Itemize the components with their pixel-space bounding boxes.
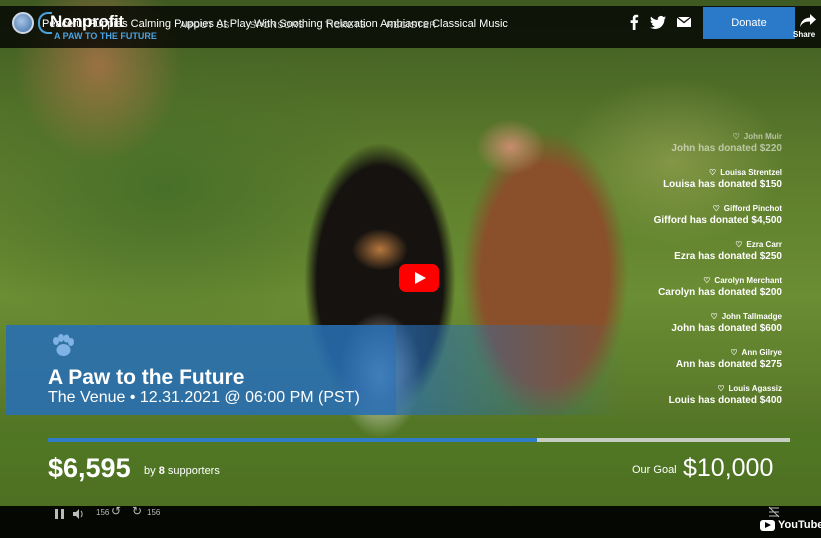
paw-icon [53, 334, 74, 356]
share-icon[interactable] [795, 12, 821, 28]
heart-icon: ♡ [730, 348, 738, 357]
pause-icon[interactable] [54, 508, 66, 520]
nav-item-sponsors[interactable]: SPONSORS [250, 20, 305, 30]
nav-item-tickets[interactable]: TICKETS [325, 20, 367, 30]
forward-icon[interactable]: ↻ [132, 504, 142, 518]
heart-icon: ♡ [703, 276, 711, 285]
donor-message: Carolyn has donated $200 [658, 287, 782, 298]
donor-item: ♡ Louisa Strentzel Louisa has donated $15… [620, 168, 782, 204]
donor-item: ♡ Ezra Carr Ezra has donated $250 [620, 240, 782, 276]
donor-name: Louis Agassiz [728, 384, 783, 393]
donor-message: John has donated $220 [671, 143, 782, 154]
share-label[interactable]: Share [793, 30, 815, 39]
donor-name: John Muir [743, 132, 782, 141]
site-nav: ABOUT US SPONSORS TICKETS REGISTER [180, 20, 436, 30]
event-banner-fade [396, 325, 626, 415]
donor-message: Ezra has donated $250 [674, 251, 782, 262]
supporters-prefix: by [144, 465, 156, 477]
donor-item: ♡ Carolyn Merchant Carolyn has donated $2… [620, 276, 782, 312]
donor-name: Carolyn Merchant [714, 276, 782, 285]
youtube-play-button[interactable] [399, 264, 439, 292]
youtube-logo[interactable]: YouTube [760, 519, 821, 531]
donor-name: Louisa Strentzel [720, 168, 782, 177]
donor-message: Ann has donated $275 [675, 359, 782, 370]
amount-raised: $6,595 [48, 453, 131, 483]
donor-item: ♡ Gifford Pinchot Gifford has donated $4,… [620, 204, 782, 240]
donor-message: Louisa has donated $150 [663, 179, 782, 190]
donor-message: Louis has donated $400 [668, 395, 782, 406]
facebook-icon[interactable] [626, 14, 642, 30]
goal-amount: $10,000 [683, 454, 774, 482]
youtube-icon [760, 519, 775, 531]
donor-name: Ann Gilrye [741, 348, 782, 357]
heart-icon: ♡ [735, 240, 743, 249]
supporters-suffix: supporters [167, 465, 220, 477]
donor-feed: ♡ John Muir John has donated $220 ♡ Louisa… [620, 132, 782, 420]
supporters-summary: by 8 supporters [144, 465, 220, 477]
channel-avatar[interactable] [12, 12, 34, 34]
donor-name: Gifford Pinchot [723, 204, 782, 213]
event-meta: The Venue • 12.31.2021 @ 06:00 PM (PST) [48, 389, 360, 406]
forward-seconds: 156 [147, 508, 161, 517]
goal-label: Our Goal [632, 464, 677, 476]
heart-icon: ♡ [710, 312, 718, 321]
volume-icon[interactable] [72, 508, 86, 520]
nav-item-register[interactable]: REGISTER [386, 20, 436, 30]
heart-icon: ♡ [732, 132, 740, 141]
heart-icon: ♡ [709, 168, 717, 177]
rewind-seconds: 156 [96, 508, 110, 517]
donate-button[interactable]: Donate [703, 7, 795, 39]
video-stage[interactable]: Nonprofit A PAW TO THE FUTURE Peaceful P… [0, 0, 821, 538]
donor-item: ♡ John Tallmadge John has donated $600 [620, 312, 782, 348]
brand-tagline: A PAW TO THE FUTURE [54, 31, 157, 41]
donor-name: John Tallmadge [721, 312, 782, 321]
fundraising-progress-bar [48, 438, 790, 442]
heart-icon: ♡ [717, 384, 725, 393]
donor-item: ♡ Louis Agassiz Louis has donated $400 [620, 384, 782, 420]
donor-item: ♡ John Muir John has donated $220 [620, 132, 782, 168]
supporters-count: 8 [158, 465, 165, 477]
donor-message: Gifford has donated $4,500 [653, 215, 782, 226]
donor-item: ♡ Ann Gilrye Ann has donated $275 [620, 348, 782, 384]
twitter-icon[interactable] [650, 14, 666, 30]
captions-off-icon[interactable] [768, 506, 780, 518]
rewind-icon[interactable]: ↺ [111, 504, 121, 518]
donor-name: Ezra Carr [746, 240, 782, 249]
fundraising-progress-fill [48, 438, 538, 442]
email-icon[interactable] [676, 14, 692, 30]
nav-item-about-us[interactable]: ABOUT US [180, 20, 230, 30]
event-title: A Paw to the Future [48, 366, 245, 389]
player-control-bar [0, 506, 821, 538]
heart-icon: ♡ [712, 204, 720, 213]
donor-message: John has donated $600 [671, 323, 782, 334]
youtube-wordmark: YouTube [778, 519, 821, 531]
